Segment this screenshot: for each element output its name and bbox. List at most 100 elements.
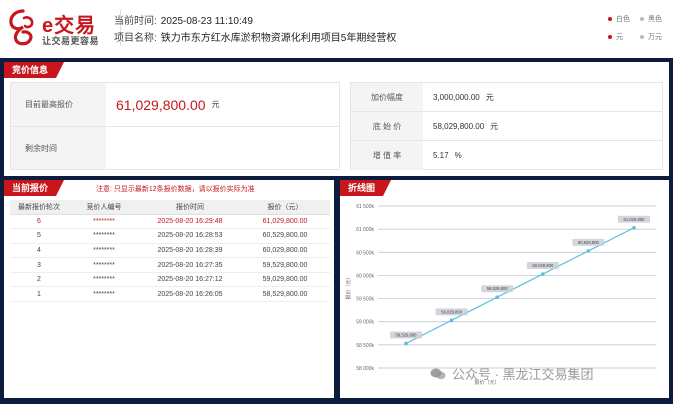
radio-dot-icon bbox=[608, 17, 612, 21]
data-label: 58,529,800 bbox=[396, 332, 418, 337]
watermark: 公众号 · 黑龙江交易集团 bbox=[430, 364, 594, 383]
y-tick-label: 61 500k bbox=[356, 204, 374, 210]
base-price-value: 58,029,800.00 bbox=[433, 121, 485, 131]
highest-price-row: 目前最高报价 61,029,800.00 元 bbox=[11, 83, 339, 127]
remaining-time-row: 剩余时间 bbox=[11, 127, 339, 169]
price-cell: 61,029,800.00 bbox=[240, 214, 330, 230]
table-row: 3 ******** 2025-08-20 16:27:35 59,529,80… bbox=[10, 257, 330, 273]
time-cell: 2025-08-20 16:28:39 bbox=[140, 243, 240, 259]
data-label: 60,029,800 bbox=[532, 263, 554, 268]
table-row: 2 ******** 2025-08-20 16:27:12 59,029,80… bbox=[10, 272, 330, 288]
column-header-round: 最新报价轮次 bbox=[10, 200, 68, 215]
y-tick-label: 58 500k bbox=[356, 343, 374, 349]
data-point bbox=[586, 249, 591, 253]
round-cell: 6 bbox=[10, 214, 68, 230]
line-chart-title: 折线图 bbox=[340, 180, 392, 196]
unit-option-yuan[interactable]: 元 bbox=[608, 32, 623, 42]
y-tick-label: 59 500k bbox=[356, 297, 374, 303]
increment-row: 加价幅度 3,000,000.00 元 bbox=[351, 83, 662, 112]
time-cell: 2025-08-20 16:28:53 bbox=[140, 228, 240, 244]
column-header-bidder: 竞价人编号 bbox=[68, 200, 140, 215]
radio-dot-icon bbox=[640, 35, 644, 39]
current-quotes-title: 当前报价 bbox=[4, 180, 65, 196]
bid-details: 加价幅度 3,000,000.00 元 底 始 价 58,029,800.00 元 … bbox=[350, 82, 663, 170]
logo-slogan: 让交易更容易 bbox=[42, 36, 100, 46]
price-cell: 58,529,800.00 bbox=[240, 286, 330, 303]
price-cell: 60,529,800.00 bbox=[240, 228, 330, 244]
remaining-time-label: 剩余时间 bbox=[11, 127, 106, 169]
quotes-table: 最新报价轮次 竞价人编号 报价时间 报价（元） 6 ******** 2025-… bbox=[10, 200, 330, 303]
unit-option-wanyuan[interactable]: 万元 bbox=[640, 32, 662, 42]
quotes-header-row: 最新报价轮次 竞价人编号 报价时间 报价（元） bbox=[10, 200, 330, 215]
round-cell: 5 bbox=[10, 228, 68, 244]
round-cell: 3 bbox=[10, 257, 68, 273]
increment-label: 加价幅度 bbox=[351, 83, 423, 111]
header: e交易 让交易更容易 当前时间: 2025-08-23 11:10:49 项目名称… bbox=[0, 0, 673, 58]
increment-value: 3,000,000.00 bbox=[433, 92, 480, 102]
current-time-label: 当前时间: bbox=[114, 16, 157, 27]
price-cell: 59,529,800.00 bbox=[240, 257, 330, 273]
quotes-note: 注意: 只显示最新12条报价数据，请以报价实际为准 bbox=[96, 186, 255, 193]
bidder-cell: ******** bbox=[68, 286, 140, 303]
logo[interactable]: e交易 让交易更容易 bbox=[4, 6, 116, 50]
rate-row: 增 值 率 5.17% bbox=[351, 141, 662, 170]
highest-price-value: 61,029,800.00 bbox=[116, 96, 206, 113]
column-header-price: 报价（元） bbox=[240, 200, 330, 215]
data-point bbox=[404, 341, 408, 346]
data-label: 61,029,800 bbox=[624, 217, 646, 222]
round-cell: 1 bbox=[10, 286, 68, 303]
table-row: 6 ******** 2025-08-20 16:29:48 61,029,80… bbox=[10, 214, 330, 230]
bid-info-panel: 竞价信息 目前最高报价 61,029,800.00 元 剩余时间 加价幅度 3,… bbox=[4, 62, 669, 176]
remaining-time-value bbox=[106, 127, 339, 169]
logo-mark-icon bbox=[9, 9, 34, 46]
bidder-cell: ******** bbox=[68, 257, 140, 273]
highest-price-unit: 元 bbox=[211, 100, 220, 109]
table-row: 4 ******** 2025-08-20 16:28:39 60,029,80… bbox=[10, 243, 330, 259]
table-row: 1 ******** 2025-08-20 16:26:05 58,529,80… bbox=[10, 286, 330, 303]
current-time-value: 2025-08-23 11:10:49 bbox=[160, 16, 253, 27]
base-price-row: 底 始 价 58,029,800.00 元 bbox=[351, 112, 662, 141]
base-price-unit: 元 bbox=[490, 121, 499, 131]
time-cell: 2025-08-20 16:29:48 bbox=[140, 214, 240, 230]
round-cell: 4 bbox=[10, 243, 68, 259]
y-tick-label: 60 000k bbox=[356, 273, 374, 279]
price-cell: 59,029,800.00 bbox=[240, 272, 330, 288]
project-name: 项目名称: 铁力市东方红水库淤积物资源化利用项目5年期经营权 bbox=[114, 29, 396, 44]
increment-unit: 元 bbox=[485, 92, 494, 102]
theme-option-white[interactable]: 白色 bbox=[608, 14, 630, 24]
radio-dot-icon bbox=[608, 35, 612, 39]
time-cell: 2025-08-20 16:26:05 bbox=[140, 286, 240, 303]
project-name-value: 铁力市东方红水库淤积物资源化利用项目5年期经营权 bbox=[160, 33, 397, 44]
y-tick-label: 61 000k bbox=[356, 227, 374, 233]
y-tick-label: 59 000k bbox=[356, 320, 374, 326]
current-time: 当前时间: 2025-08-23 11:10:49 bbox=[114, 12, 253, 27]
base-price-label: 底 始 价 bbox=[351, 112, 423, 140]
theme-option-black[interactable]: 黑色 bbox=[640, 14, 662, 24]
rate-value: 5.17 bbox=[433, 151, 449, 160]
data-label: 59,529,800 bbox=[487, 286, 509, 291]
bidder-cell: ******** bbox=[68, 228, 140, 244]
data-label: 60,529,800 bbox=[578, 240, 600, 245]
y-tick-label: 60 500k bbox=[356, 250, 374, 256]
wechat-icon bbox=[430, 368, 446, 379]
bidder-cell: ******** bbox=[68, 272, 140, 288]
data-point bbox=[541, 272, 545, 276]
data-point bbox=[632, 225, 636, 230]
column-header-time: 报价时间 bbox=[140, 200, 240, 215]
bid-info-title: 竞价信息 bbox=[4, 62, 65, 78]
time-cell: 2025-08-20 16:27:12 bbox=[140, 272, 240, 288]
y-axis-label: 报价（元） bbox=[345, 274, 352, 299]
time-cell: 2025-08-20 16:27:35 bbox=[140, 257, 240, 273]
rate-unit: % bbox=[454, 151, 462, 160]
radio-dot-icon bbox=[640, 17, 644, 21]
data-label: 59,029,800 bbox=[441, 309, 463, 314]
price-cell: 60,029,800.00 bbox=[240, 243, 330, 259]
current-quotes-panel: 当前报价 注意: 只显示最新12条报价数据，请以报价实际为准 最新报价轮次 竞价… bbox=[4, 180, 334, 398]
table-row: 5 ******** 2025-08-20 16:28:53 60,529,80… bbox=[10, 228, 330, 244]
y-tick-label: 58 000k bbox=[356, 366, 374, 372]
round-cell: 2 bbox=[10, 272, 68, 288]
data-point bbox=[495, 295, 499, 299]
bidder-cell: ******** bbox=[68, 214, 140, 230]
bidder-cell: ******** bbox=[68, 243, 140, 259]
highest-price-label: 目前最高报价 bbox=[11, 83, 106, 126]
